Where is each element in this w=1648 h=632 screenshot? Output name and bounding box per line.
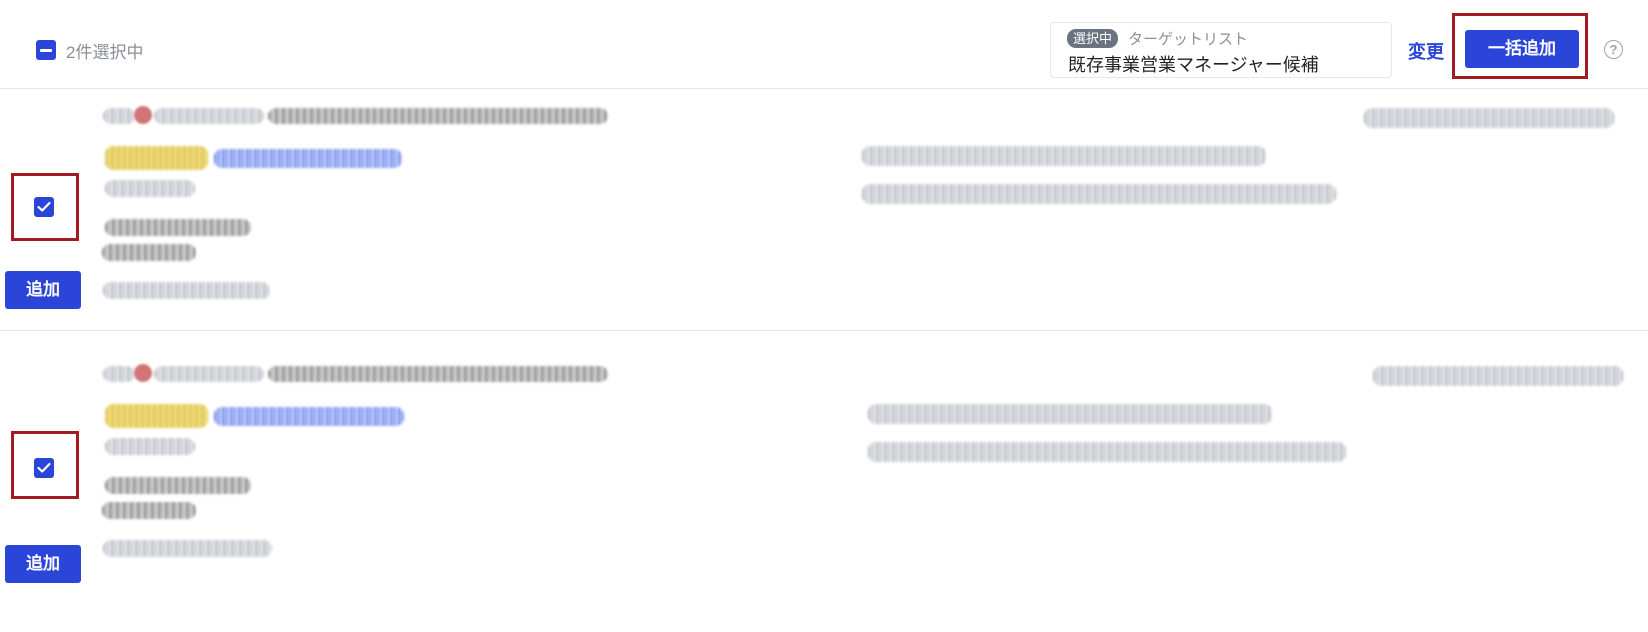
redacted-text <box>868 404 1272 424</box>
redacted-text <box>102 244 196 261</box>
help-icon[interactable]: ? <box>1604 40 1623 59</box>
redacted-link[interactable] <box>214 149 402 168</box>
bulk-add-button[interactable]: 一括追加 <box>1465 30 1579 68</box>
row-checkbox[interactable] <box>34 458 54 478</box>
check-icon <box>37 462 51 473</box>
row-checkbox[interactable] <box>34 197 54 217</box>
add-button[interactable]: 追加 <box>5 545 81 583</box>
check-icon <box>37 201 51 212</box>
redacted-text <box>105 180 195 197</box>
redacted-text <box>103 108 135 124</box>
redacted-text <box>862 146 1266 166</box>
redacted-text <box>1373 366 1623 386</box>
redacted-text <box>268 108 608 124</box>
redacted-text <box>103 366 135 382</box>
redacted-tag <box>105 404 208 428</box>
selection-header <box>0 0 1648 89</box>
status-dot-icon <box>134 106 152 124</box>
selection-count: 2件選択中 <box>66 43 144 62</box>
redacted-text <box>154 366 264 382</box>
target-list-name: 既存事業営業マネージャー候補 <box>1068 55 1319 75</box>
redacted-text <box>105 477 251 494</box>
redacted-text <box>154 108 264 124</box>
redacted-tag <box>105 146 208 170</box>
select-all-checkbox[interactable] <box>36 40 56 60</box>
change-target-button[interactable]: 変更 <box>1408 38 1444 64</box>
redacted-text <box>103 282 270 299</box>
redacted-text <box>862 184 1336 204</box>
redacted-text <box>268 366 608 382</box>
redacted-text <box>1364 108 1614 128</box>
add-button[interactable]: 追加 <box>5 271 81 309</box>
redacted-text <box>105 438 195 455</box>
redacted-text <box>105 219 251 236</box>
redacted-link[interactable] <box>214 407 404 426</box>
status-dot-icon <box>134 364 152 382</box>
target-list-label: ターゲットリスト <box>1128 31 1249 48</box>
selected-badge: 選択中 <box>1067 29 1119 48</box>
redacted-text <box>868 442 1346 462</box>
redacted-text <box>103 540 272 557</box>
redacted-text <box>102 502 196 519</box>
